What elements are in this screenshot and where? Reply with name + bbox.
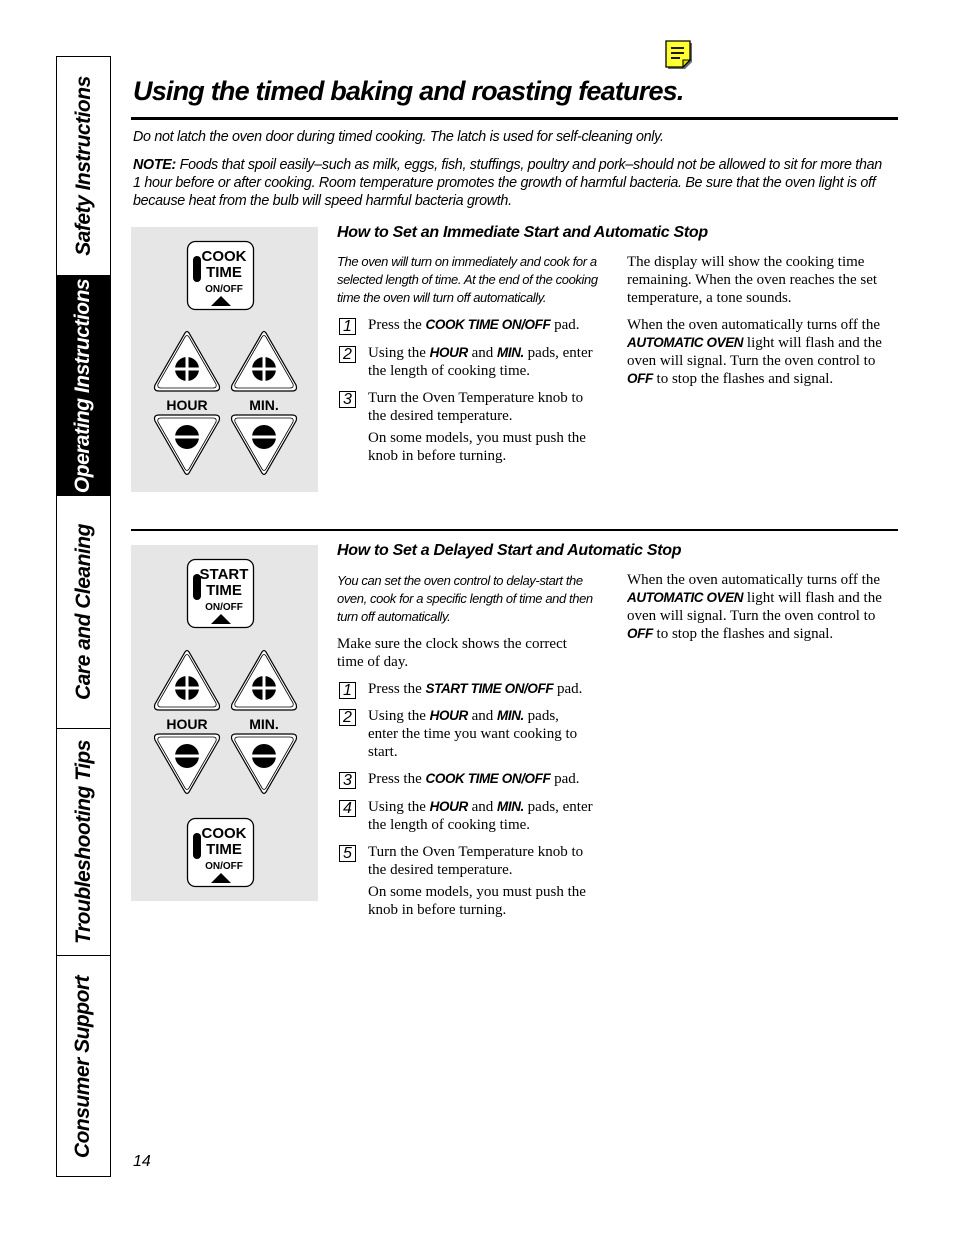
keypad-illustration-immediate: COOK TIME ON/OFF HOUR MIN. <box>131 227 318 492</box>
indicator-light-icon <box>193 833 201 859</box>
section2-heading: How to Set a Delayed Start and Automatic… <box>337 542 682 559</box>
section2-step-4: 4 Using the HOUR and MIN. pads, enter th… <box>337 798 597 834</box>
tab-safety-instructions[interactable]: Safety Instructions <box>57 57 110 276</box>
pad-line-2: TIME <box>206 264 242 281</box>
hour-label: HOUR <box>166 716 207 732</box>
tab-label: Care and Cleaning <box>71 524 95 700</box>
hour-label: HOUR <box>166 397 207 413</box>
section2-clock-note: Make sure the clock shows the correct ti… <box>337 636 567 670</box>
start-time-pad: START TIME ON/OFF <box>186 558 255 629</box>
section2-step-5: 5 Turn the Oven Temperature knob to the … <box>337 843 597 879</box>
hour-up-button <box>153 330 221 392</box>
section1-lead: The oven will turn on immediately and co… <box>337 254 598 305</box>
step-number: 2 <box>339 709 356 726</box>
section1-auto-off-note: When the oven automatically turns off th… <box>627 317 882 387</box>
section2-knob-note: On some models, you must push the knob i… <box>368 884 586 918</box>
page-title: Using the timed baking and roasting feat… <box>133 76 684 106</box>
indicator-light-icon <box>193 256 201 282</box>
step-number: 1 <box>339 318 356 335</box>
section2-step-2: 2 Using the HOUR and MIN. pads, enter th… <box>337 707 597 761</box>
section1-step-3: 3 Turn the Oven Temperature knob to the … <box>337 389 597 425</box>
pad-line-2: TIME <box>206 582 242 599</box>
hour-up-button <box>153 649 221 711</box>
tab-operating-instructions[interactable]: Operating Instructions <box>57 276 110 496</box>
cook-time-pad: COOK TIME ON/OFF <box>186 240 255 311</box>
min-label: MIN. <box>249 397 279 413</box>
section1-step-1: 1 Press the COOK TIME ON/OFF pad. <box>337 316 597 335</box>
min-up-button <box>230 649 298 711</box>
min-down-button <box>230 733 298 795</box>
cook-time-pad: COOK TIME ON/OFF <box>186 817 255 888</box>
pad-line-1: START <box>200 566 249 583</box>
note-icon[interactable] <box>665 40 693 70</box>
min-label: MIN. <box>249 716 279 732</box>
hour-down-button <box>153 414 221 476</box>
food-safety-note: NOTE: Foods that spoil easily–such as mi… <box>133 156 893 210</box>
section2-lead: You can set the oven control to delay-st… <box>337 573 593 624</box>
keypad-illustration-delayed: START TIME ON/OFF HOUR MIN. COOK TIME ON/… <box>131 545 318 901</box>
tab-consumer-support[interactable]: Consumer Support <box>57 956 110 1178</box>
step-number: 1 <box>339 682 356 699</box>
step-number: 3 <box>339 772 356 789</box>
page-number: 14 <box>133 1153 151 1170</box>
pad-line-3: ON/OFF <box>205 602 243 613</box>
step-number: 2 <box>339 346 356 363</box>
tab-label: Troubleshooting Tips <box>71 740 95 944</box>
section2-step-3: 3 Press the COOK TIME ON/OFF pad. <box>337 770 597 789</box>
tab-label: Operating Instructions <box>71 278 95 493</box>
min-down-button <box>230 414 298 476</box>
pad-line-1: COOK <box>202 248 247 265</box>
section-divider <box>131 529 898 531</box>
step-number: 3 <box>339 391 356 408</box>
pad-line-1: COOK <box>202 825 247 842</box>
section2-step-1: 1 Press the START TIME ON/OFF pad. <box>337 680 597 699</box>
pad-line-2: TIME <box>206 841 242 858</box>
section2-auto-off-note: When the oven automatically turns off th… <box>627 572 882 642</box>
tab-label: Consumer Support <box>71 975 95 1159</box>
section1-heading: How to Set an Immediate Start and Automa… <box>337 224 708 241</box>
section-tabs: Safety Instructions Operating Instructio… <box>56 56 111 1177</box>
hour-min-pads: HOUR MIN. <box>153 330 298 476</box>
note-label: NOTE: <box>133 157 176 173</box>
section1-knob-note: On some models, you must push the knob i… <box>368 430 586 464</box>
section1-step-2: 2 Using the HOUR and MIN. pads, enter th… <box>337 344 597 380</box>
pad-line-3: ON/OFF <box>205 284 243 295</box>
step-number: 5 <box>339 845 356 862</box>
min-up-button <box>230 330 298 392</box>
note-text: Foods that spoil easily–such as milk, eg… <box>133 157 882 209</box>
tab-care-and-cleaning[interactable]: Care and Cleaning <box>57 496 110 729</box>
tab-label: Safety Instructions <box>71 76 95 256</box>
tab-troubleshooting-tips[interactable]: Troubleshooting Tips <box>57 729 110 956</box>
hour-min-pads: HOUR MIN. <box>153 649 298 795</box>
step-number: 4 <box>339 800 356 817</box>
pad-line-3: ON/OFF <box>205 861 243 872</box>
latch-warning: Do not latch the oven door during timed … <box>133 129 664 145</box>
section1-display-note: The display will show the cooking time r… <box>627 254 878 306</box>
title-divider <box>131 117 898 120</box>
hour-down-button <box>153 733 221 795</box>
